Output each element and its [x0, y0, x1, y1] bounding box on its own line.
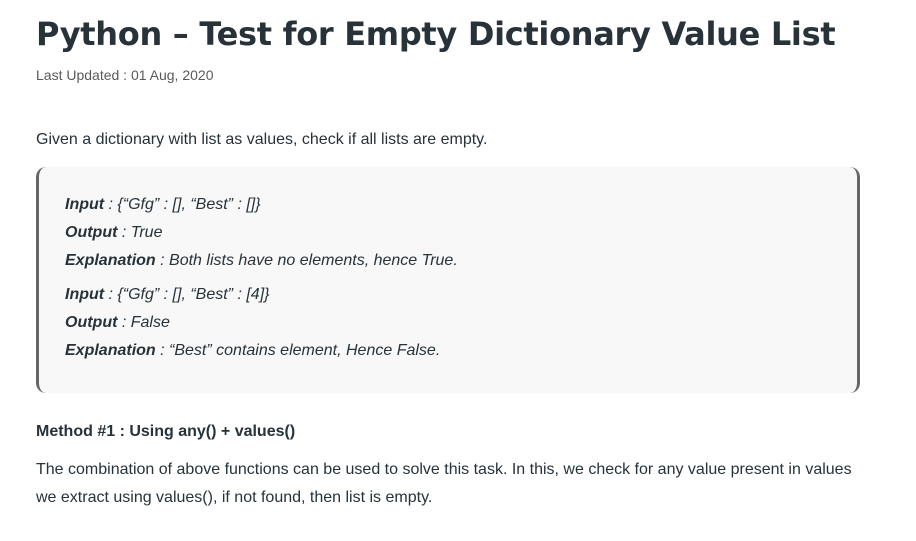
- problem-statement: Given a dictionary with list as values, …: [36, 131, 488, 148]
- explanation-value: : “Best” contains element, Hence False.: [155, 342, 441, 359]
- example-output-line: Output : True: [65, 219, 831, 247]
- input-value: : {“Gfg” : [], “Best” : [4]}: [104, 286, 270, 303]
- example-box: Input : {“Gfg” : [], “Best” : []} Output…: [36, 167, 860, 393]
- output-label: Output: [65, 224, 118, 241]
- explanation-label: Explanation: [65, 342, 156, 359]
- output-value: : False: [117, 314, 170, 331]
- example-input-line: Input : {“Gfg” : [], “Best” : []}: [65, 191, 831, 219]
- example-1: Input : {“Gfg” : [], “Best” : []} Output…: [65, 191, 831, 275]
- article: Python – Test for Empty Dictionary Value…: [0, 0, 916, 541]
- example-2: Input : {“Gfg” : [], “Best” : [4]} Outpu…: [65, 281, 831, 365]
- example-explanation-line: Explanation : “Best” contains element, H…: [65, 337, 831, 365]
- last-updated-date: 01 Aug, 2020: [130, 67, 214, 83]
- page-title: Python – Test for Empty Dictionary Value…: [36, 15, 836, 53]
- example-output-line: Output : False: [65, 309, 831, 337]
- explanation-label: Explanation: [65, 252, 156, 269]
- method-description: The combination of above functions can b…: [36, 461, 852, 506]
- last-updated-label: Last Updated :: [36, 67, 131, 83]
- example-explanation-line: Explanation : Both lists have no element…: [65, 247, 831, 275]
- method-heading: Method #1 : Using any() + values(): [36, 423, 296, 440]
- input-label: Input: [65, 196, 105, 213]
- input-value: : {“Gfg” : [], “Best” : []}: [104, 196, 261, 213]
- input-label: Input: [65, 286, 105, 303]
- last-updated: Last Updated : 01 Aug, 2020: [36, 65, 880, 85]
- output-label: Output: [65, 314, 118, 331]
- example-input-line: Input : {“Gfg” : [], “Best” : [4]}: [65, 281, 831, 309]
- explanation-value: : Both lists have no elements, hence Tru…: [155, 252, 458, 269]
- output-value: : True: [117, 224, 163, 241]
